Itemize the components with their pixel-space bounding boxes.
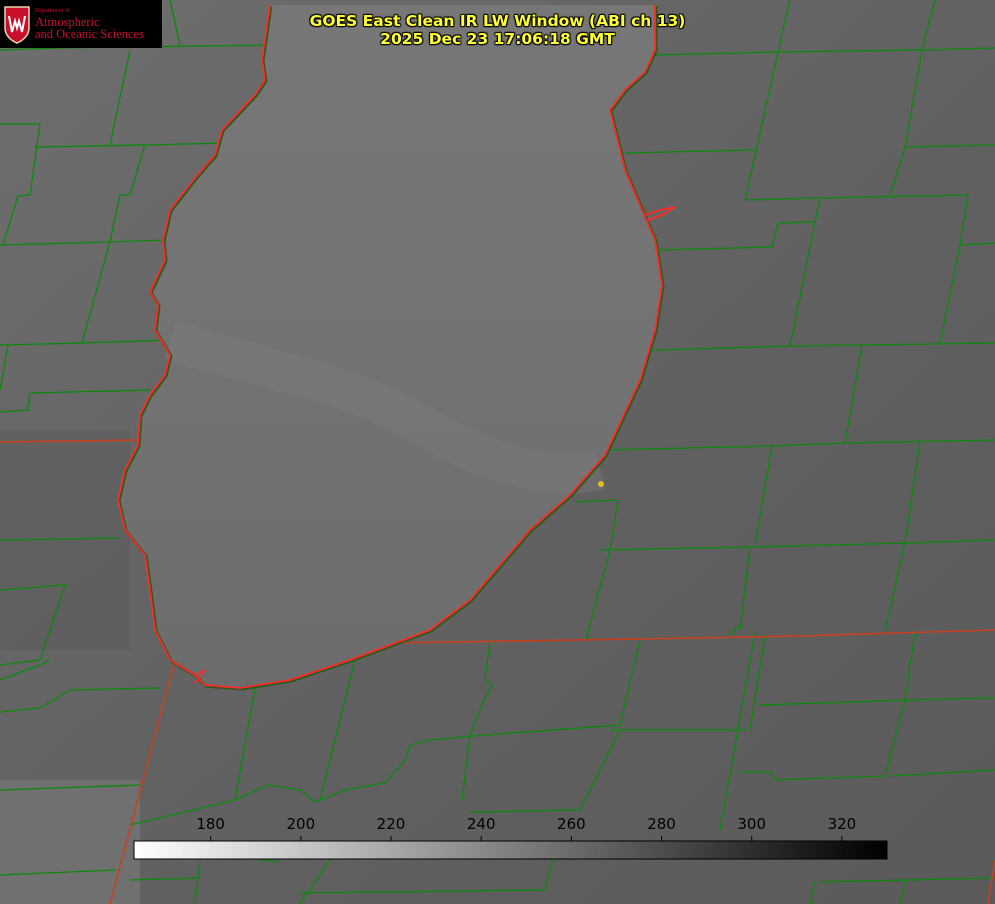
colorbar-tick-label: 220: [376, 815, 406, 833]
colorbar-tick-label: 240: [466, 815, 496, 833]
colorbar-tick-label: 300: [737, 815, 767, 833]
colorbar-tick-label: 320: [827, 815, 857, 833]
image-timestamp: 2025 Dec 23 17:06:18 GMT: [380, 30, 615, 48]
satellite-map: [0, 0, 995, 904]
colorbar-tick-label: 280: [647, 815, 676, 833]
colorbar-tick-label: 180: [196, 815, 225, 833]
land-lighter-band: [0, 780, 140, 904]
colorbar-tick-label: 200: [286, 815, 316, 833]
colorbar-gradient: [133, 840, 888, 860]
image-title: GOES East Clean IR LW Window (ABI ch 13): [309, 12, 686, 30]
colorbar-tick-label: 260: [557, 815, 586, 833]
satellite-view: Department of Atmospheric and Oceanic Sc…: [0, 0, 995, 904]
location-marker: [598, 481, 604, 487]
